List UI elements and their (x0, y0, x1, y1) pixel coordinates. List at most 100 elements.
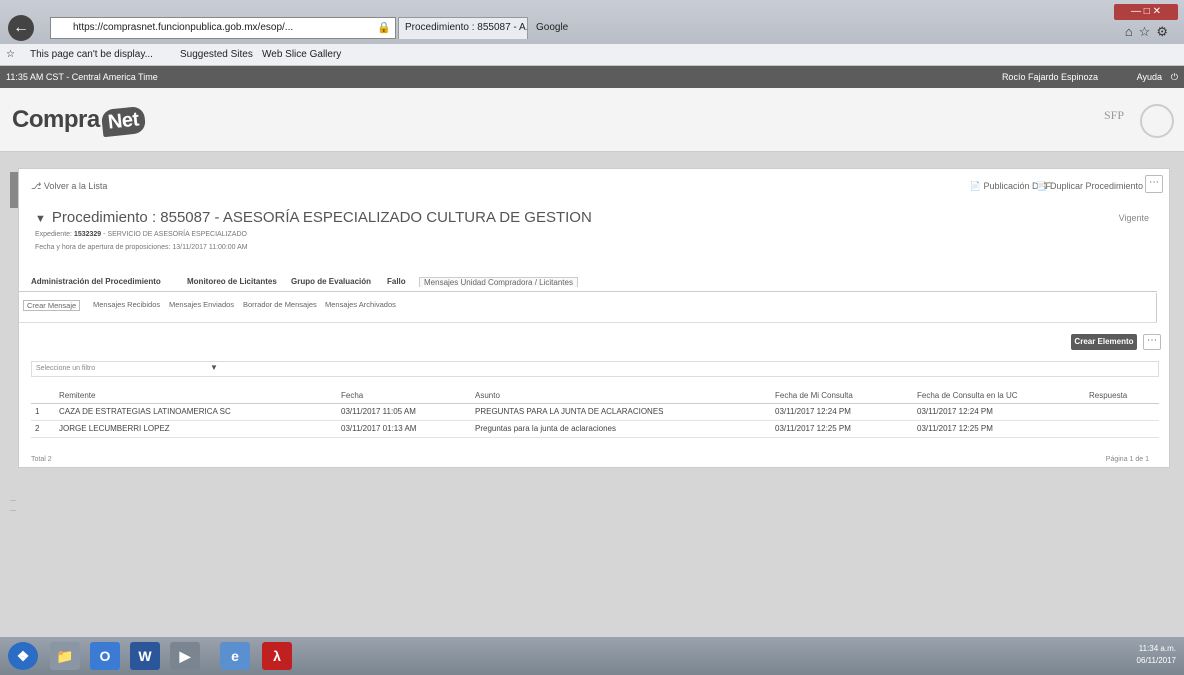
collapse-arrow-icon[interactable]: ▼ (35, 213, 46, 225)
power-icon[interactable]: ⏻ (1171, 66, 1178, 88)
browser-tab-active[interactable]: Procedimiento : 855087 - A... (398, 17, 528, 39)
logo-text: Compra (12, 106, 100, 133)
help-link[interactable]: Ayuda (1137, 66, 1162, 88)
footer-line: — (10, 498, 16, 504)
cell-fecha-consulta-uc: 03/11/2017 12:25 PM (913, 420, 1085, 438)
tab-label: Google (536, 22, 569, 33)
fav-item[interactable]: Suggested Sites (180, 44, 253, 66)
browser-titlebar: ← https://comprasnet.funcionpublica.gob.… (0, 0, 1184, 44)
duplicate-procedure-link[interactable]: 📑 Duplicar Procedimiento (1036, 181, 1143, 192)
fav-item[interactable]: Web Slice Gallery (262, 44, 341, 66)
explorer-icon[interactable]: 📁 (50, 642, 80, 670)
user-name[interactable]: Rocío Fajardo Espinoza (1002, 66, 1098, 88)
home-star-gear-icons[interactable]: ⌂☆⚙ (1125, 24, 1174, 40)
tab-mensajes[interactable]: Mensajes Unidad Compradora / Licitantes (419, 277, 578, 287)
subtab-enviados[interactable]: Mensajes Enviados (169, 300, 234, 309)
favorites-bar: ☆ This page can't be display... Suggeste… (0, 44, 1184, 66)
expediente-label: Expediente: (35, 231, 72, 238)
chevron-down-icon: ▼ (210, 363, 218, 372)
sfp-logo: SFP (1103, 108, 1124, 122)
procedure-title-text: Procedimiento : 855087 - ASESORÍA ESPECI… (51, 209, 592, 226)
address-bar[interactable]: https://comprasnet.funcionpublica.gob.mx… (50, 17, 396, 39)
cell-asunto[interactable]: PREGUNTAS PARA LA JUNTA DE ACLARACIONES (471, 403, 771, 421)
table-row[interactable]: 1 CAZA DE ESTRATEGIAS LATINOAMERICA SC 0… (31, 403, 1159, 421)
lock-icon: 🔒 (377, 22, 391, 34)
clock-date: 06/11/2017 (1136, 656, 1176, 665)
messages-table: Remitente Fecha Asunto Fecha de Mi Consu… (31, 389, 1159, 438)
tab-administracion[interactable]: Administración del Procedimiento (31, 277, 161, 286)
start-button-icon[interactable]: ❖ (8, 642, 38, 670)
side-panel-toggle[interactable] (10, 172, 18, 208)
expediente-desc: - SERVICIO DE ASESORÍA ESPECIALIZADO (103, 231, 247, 238)
site-time: 11:35 AM CST - Central America Time (6, 72, 158, 82)
opening-date: Fecha y hora de apertura de proposicione… (35, 244, 248, 251)
government-seal-icon (1140, 104, 1174, 138)
more-options-button[interactable]: ⋯ (1143, 334, 1161, 350)
cell-asunto[interactable]: Preguntas para la junta de aclaraciones (471, 420, 771, 438)
word-icon[interactable]: W (130, 642, 160, 670)
more-options-button[interactable]: ⋯ (1145, 175, 1163, 193)
expediente-line: Expediente: 1532329 - SERVICIO DE ASESOR… (35, 231, 247, 238)
cell-respuesta (1085, 420, 1159, 438)
cell-fecha: 03/11/2017 01:13 AM (337, 420, 471, 438)
cell-fecha: 03/11/2017 11:05 AM (337, 403, 471, 421)
favorites-star-icon[interactable]: ☆ (6, 44, 15, 66)
windows-taskbar: ❖ 📁 O W ▶ e λ 11:34 a.m. 06/11/2017 (0, 637, 1184, 675)
filter-select[interactable]: Seleccione un filtro ▼ (31, 361, 1159, 377)
tabs-divider (19, 291, 1157, 292)
cell-respuesta (1085, 403, 1159, 421)
status-badge: Vigente (1118, 213, 1149, 223)
cell-fecha-mi-consulta: 03/11/2017 12:24 PM (771, 403, 913, 421)
acrobat-icon[interactable]: λ (262, 642, 292, 670)
browser-tab-google[interactable]: Google (530, 17, 630, 39)
filter-placeholder: Seleccione un filtro (36, 365, 96, 372)
col-asunto[interactable]: Asunto (471, 389, 771, 404)
tab-monitoreo[interactable]: Monitoreo de Licitantes (187, 277, 277, 286)
internet-explorer-icon[interactable]: e (220, 642, 250, 670)
col-fecha-mi-consulta[interactable]: Fecha de Mi Consulta (771, 389, 913, 404)
col-respuesta[interactable]: Respuesta (1085, 389, 1159, 404)
url-text: https://comprasnet.funcionpublica.gob.mx… (73, 22, 294, 33)
fav-item[interactable]: This page can't be display... (30, 44, 153, 66)
subtab-archivados[interactable]: Mensajes Archivados (325, 300, 396, 309)
table-total: Total 2 (31, 456, 52, 463)
outlook-icon[interactable]: O (90, 642, 120, 670)
procedure-panel: ⎇ Volver a la Lista 📄 Publicación DOF 📑 … (18, 168, 1170, 468)
back-arrow-icon[interactable]: ← (8, 15, 34, 41)
compranet-logo[interactable]: Compra Net (12, 105, 146, 138)
cell-index: 2 (31, 420, 55, 438)
footer-disclaimer: — (10, 508, 16, 514)
subtab-recibidos[interactable]: Mensajes Recibidos (93, 300, 160, 309)
duplicate-label: Duplicar Procedimiento (1049, 181, 1143, 191)
back-label: Volver a la Lista (43, 181, 108, 191)
create-element-button[interactable]: Crear Elemento (1071, 334, 1137, 350)
cell-remitente[interactable]: JORGE LECUMBERRI LOPEZ (55, 420, 337, 438)
col-fecha[interactable]: Fecha (337, 389, 471, 404)
procedure-title: ▼ Procedimiento : 855087 - ASESORÍA ESPEC… (35, 209, 592, 226)
tab-fallo[interactable]: Fallo (387, 277, 406, 286)
window-controls[interactable]: — □ ✕ (1114, 4, 1178, 20)
subtab-borrador[interactable]: Borrador de Mensajes (243, 300, 317, 309)
cell-remitente[interactable]: CAZA DE ESTRATEGIAS LATINOAMERICA SC (55, 403, 337, 421)
main-tabs: Administración del Procedimiento Monitor… (19, 277, 1169, 291)
expediente-number[interactable]: 1532329 (74, 231, 101, 238)
cell-index: 1 (31, 403, 55, 421)
cell-fecha-mi-consulta: 03/11/2017 12:25 PM (771, 420, 913, 438)
site-header: Compra Net SFP (0, 88, 1184, 152)
clock-time: 11:34 a.m. (1138, 644, 1176, 653)
pagination[interactable]: Página 1 de 1 (1106, 456, 1149, 463)
site-top-bar: 11:35 AM CST - Central America Time Rocí… (0, 66, 1184, 88)
cell-fecha-consulta-uc: 03/11/2017 12:24 PM (913, 403, 1085, 421)
back-to-list-link[interactable]: ⎇ Volver a la Lista (31, 181, 107, 192)
logo-bubble: Net (100, 105, 146, 138)
col-fecha-consulta-uc[interactable]: Fecha de Consulta en la UC (913, 389, 1085, 404)
col-index (31, 389, 55, 404)
tab-grupo-evaluacion[interactable]: Grupo de Evaluación (291, 277, 371, 286)
col-remitente[interactable]: Remitente (55, 389, 337, 404)
tab-label: Procedimiento : 855087 - A... (405, 22, 528, 33)
table-header-row: Remitente Fecha Asunto Fecha de Mi Consu… (31, 389, 1159, 404)
table-row[interactable]: 2 JORGE LECUMBERRI LOPEZ 03/11/2017 01:1… (31, 420, 1159, 438)
media-player-icon[interactable]: ▶ (170, 642, 200, 670)
subtab-crear-mensaje[interactable]: Crear Mensaje (23, 300, 81, 311)
system-tray[interactable]: 11:34 a.m. 06/11/2017 (1137, 643, 1176, 667)
